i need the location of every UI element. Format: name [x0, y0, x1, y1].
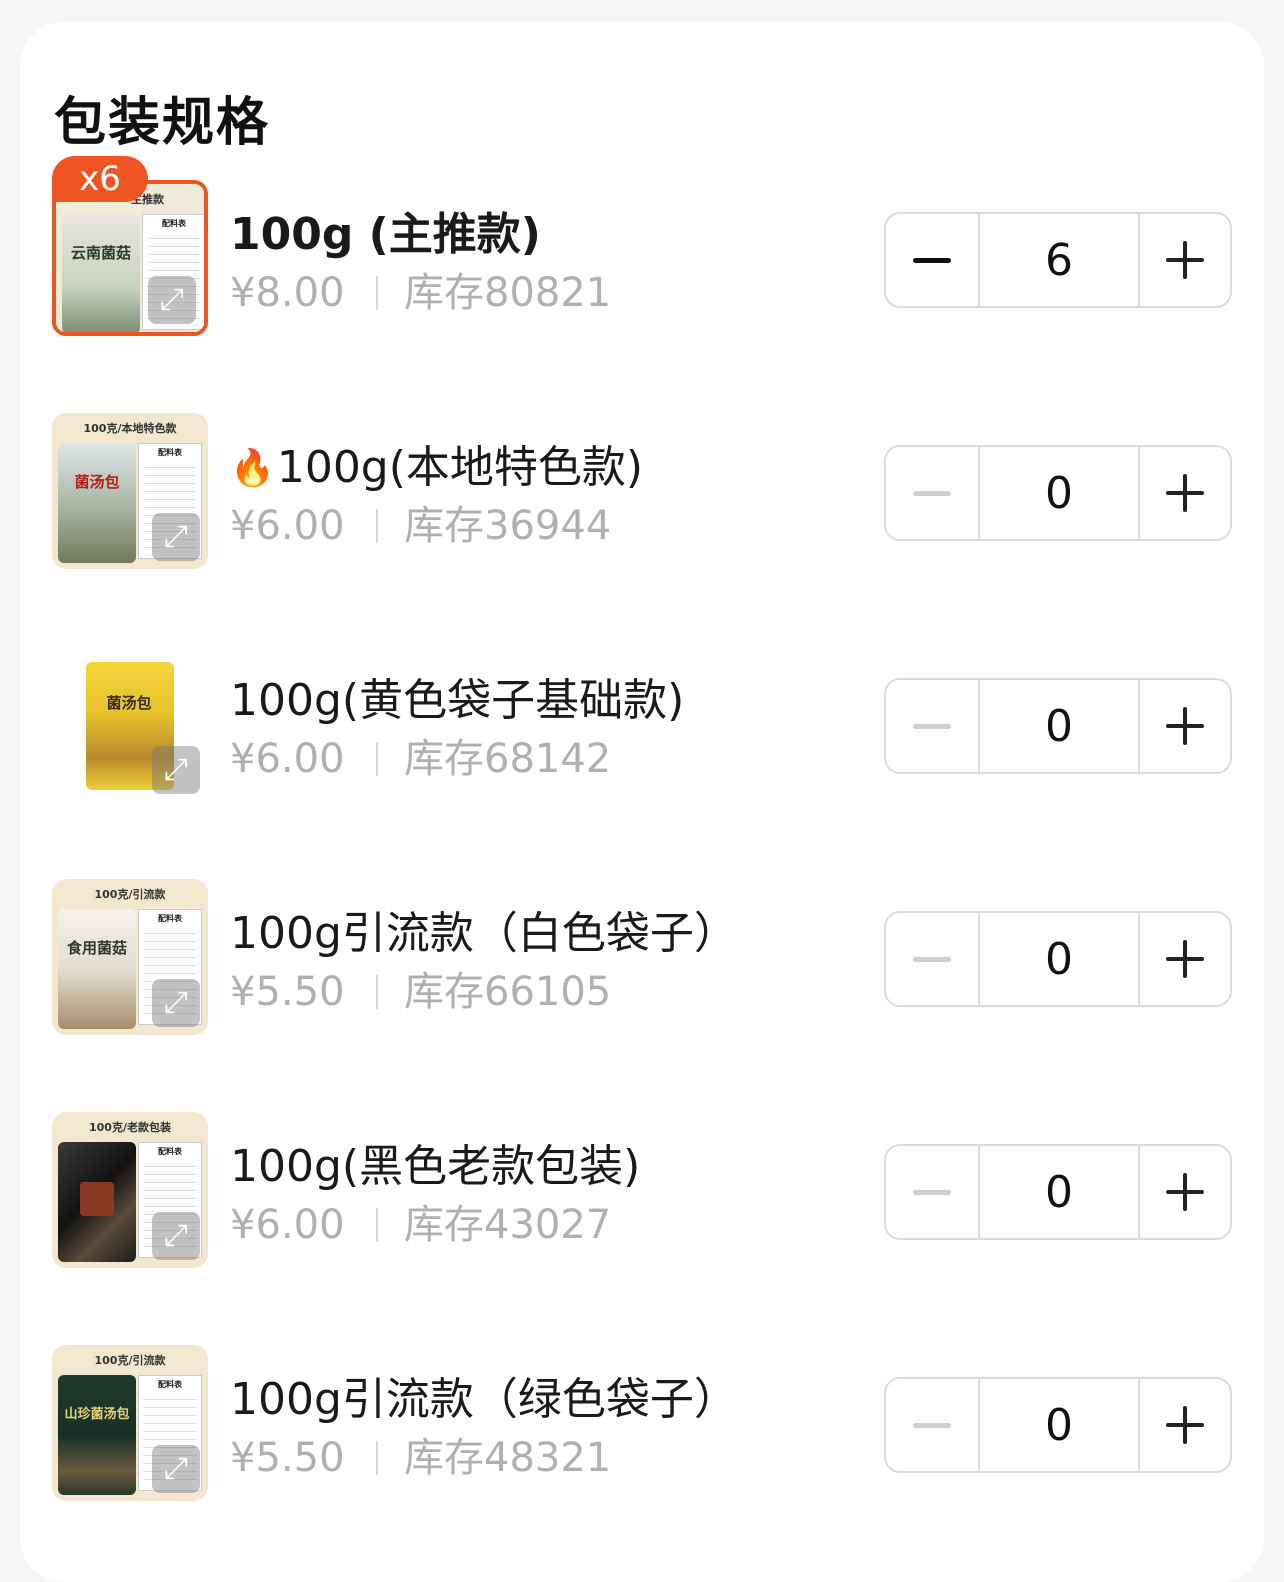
minus-icon: [913, 723, 951, 729]
plus-icon: [1166, 241, 1204, 279]
plus-icon: [1166, 940, 1204, 978]
spec-price: ¥5.50: [230, 969, 345, 1015]
plus-icon: [1166, 1406, 1204, 1444]
spec-stock: 库存43027: [404, 1202, 612, 1248]
spec-price: ¥8.00: [230, 270, 345, 316]
decrease-button[interactable]: [886, 680, 980, 772]
section-title: 包装规格: [54, 93, 271, 153]
spec-name: 100g引流款（白色袋子）: [230, 908, 738, 959]
quantity-value[interactable]: 0: [980, 680, 1140, 772]
bag-label: 山珍菌汤包: [64, 1407, 130, 1422]
expand-icon[interactable]: ⤢: [152, 746, 200, 794]
spec-price: ¥6.00: [230, 1202, 345, 1248]
spec-name: 100g引流款（绿色袋子）: [230, 1374, 738, 1425]
spec-stock: 库存36944: [404, 503, 612, 549]
decrease-button[interactable]: [886, 1379, 980, 1471]
spec-stock: 库存66105: [404, 969, 612, 1015]
spec-row[interactable]: 菌汤包 ⤢ 100g(黄色袋子基础款) ¥6.00 库存68142 0: [0, 646, 1284, 806]
quantity-stepper[interactable]: 0: [884, 1144, 1232, 1240]
expand-icon[interactable]: ⤢: [152, 979, 200, 1027]
product-thumbnail[interactable]: 100克/引流款 山珍菌汤包 配料表 ⤢: [52, 1345, 208, 1501]
spec-row[interactable]: 100克/引流款 食用菌菇 配料表 ⤢ 100g引流款（白色袋子） ¥5.50 库…: [0, 879, 1284, 1039]
spec-meta: ¥5.50 库存48321: [230, 1425, 611, 1483]
thumbnail-banner: 100克/引流款: [94, 888, 166, 901]
spec-meta: ¥6.00 库存36944: [230, 493, 611, 551]
spec-price: ¥5.50: [230, 1435, 345, 1481]
expand-icon[interactable]: ⤢: [148, 276, 196, 324]
minus-icon: [913, 1189, 951, 1195]
fire-icon: 🔥: [230, 448, 275, 489]
increase-button[interactable]: [1140, 680, 1230, 772]
quantity-value[interactable]: 0: [980, 1379, 1140, 1471]
quantity-value[interactable]: 6: [980, 214, 1140, 306]
minus-icon: [913, 956, 951, 962]
spec-row[interactable]: 主推款 云南菌菇 配料表 ⤢ x6 100g (主推款) ¥8.00 库存8082…: [0, 156, 1284, 340]
expand-icon[interactable]: ⤢: [152, 1445, 200, 1493]
spec-name: 100g(黑色老款包装): [230, 1141, 641, 1192]
plus-icon: [1166, 1173, 1204, 1211]
spec-stock: 库存80821: [404, 270, 612, 316]
divider: [376, 975, 378, 1009]
spec-row[interactable]: 100克/引流款 山珍菌汤包 配料表 ⤢ 100g引流款（绿色袋子） ¥5.50…: [0, 1345, 1284, 1505]
minus-icon: [913, 257, 951, 263]
decrease-button[interactable]: [886, 447, 980, 539]
spec-name: 100g(黄色袋子基础款): [230, 675, 685, 726]
quantity-stepper[interactable]: 0: [884, 1377, 1232, 1473]
thumbnail-banner: 100克/老款包装: [89, 1121, 171, 1134]
decrease-button[interactable]: [886, 913, 980, 1005]
plus-icon: [1166, 707, 1204, 745]
spec-name: 100g (主推款): [230, 209, 541, 260]
bag-label: 云南菌菇: [70, 244, 131, 262]
quantity-badge: x6: [52, 156, 148, 202]
decrease-button[interactable]: [886, 214, 980, 306]
spec-row[interactable]: 100克/本地特色款 菌汤包 配料表 ⤢ 🔥100g(本地特色款) ¥6.00 库…: [0, 413, 1284, 573]
decrease-button[interactable]: [886, 1146, 980, 1238]
divider: [376, 742, 378, 776]
minus-icon: [913, 1422, 951, 1428]
thumbnail-banner: 100克/本地特色款: [83, 422, 177, 435]
increase-button[interactable]: [1140, 913, 1230, 1005]
product-thumbnail[interactable]: 100克/本地特色款 菌汤包 配料表 ⤢: [52, 413, 208, 569]
quantity-stepper[interactable]: 6: [884, 212, 1232, 308]
divider: [376, 276, 378, 310]
divider: [376, 509, 378, 543]
quantity-value[interactable]: 0: [980, 1146, 1140, 1238]
product-thumbnail[interactable]: 100克/老款包装 配料表 ⤢: [52, 1112, 208, 1268]
spec-price: ¥6.00: [230, 736, 345, 782]
divider: [376, 1208, 378, 1242]
increase-button[interactable]: [1140, 1146, 1230, 1238]
spec-name: 100g(本地特色款): [276, 442, 644, 493]
product-thumbnail[interactable]: 菌汤包 ⤢: [52, 646, 208, 802]
minus-icon: [913, 490, 951, 496]
increase-button[interactable]: [1140, 214, 1230, 306]
spec-meta: ¥6.00 库存68142: [230, 726, 611, 784]
quantity-stepper[interactable]: 0: [884, 911, 1232, 1007]
spec-meta: ¥5.50 库存66105: [230, 959, 611, 1017]
spec-meta: ¥6.00 库存43027: [230, 1192, 611, 1250]
divider: [376, 1441, 378, 1475]
spec-price: ¥6.00: [230, 503, 345, 549]
increase-button[interactable]: [1140, 447, 1230, 539]
spec-meta: ¥8.00 库存80821: [230, 260, 611, 318]
bag-label: 菌汤包: [74, 473, 120, 491]
bag-label: 食用菌菇: [66, 939, 127, 957]
quantity-value[interactable]: 0: [980, 447, 1140, 539]
product-thumbnail[interactable]: 100克/引流款 食用菌菇 配料表 ⤢: [52, 879, 208, 1035]
spec-name-wrap: 🔥100g(本地特色款): [230, 431, 643, 495]
expand-icon[interactable]: ⤢: [152, 513, 200, 561]
quantity-value[interactable]: 0: [980, 913, 1140, 1005]
spec-stock: 库存68142: [404, 736, 612, 782]
quantity-stepper[interactable]: 0: [884, 445, 1232, 541]
plus-icon: [1166, 474, 1204, 512]
spec-stock: 库存48321: [404, 1435, 612, 1481]
increase-button[interactable]: [1140, 1379, 1230, 1471]
quantity-stepper[interactable]: 0: [884, 678, 1232, 774]
thumbnail-banner: 100克/引流款: [94, 1354, 166, 1367]
bag-label: 菌汤包: [106, 694, 152, 712]
bag-label: [62, 1182, 132, 1220]
product-thumbnail[interactable]: 主推款 云南菌菇 配料表 ⤢: [52, 180, 208, 336]
expand-icon[interactable]: ⤢: [152, 1212, 200, 1260]
spec-row[interactable]: 100克/老款包装 配料表 ⤢ 100g(黑色老款包装) ¥6.00 库存4302…: [0, 1112, 1284, 1272]
